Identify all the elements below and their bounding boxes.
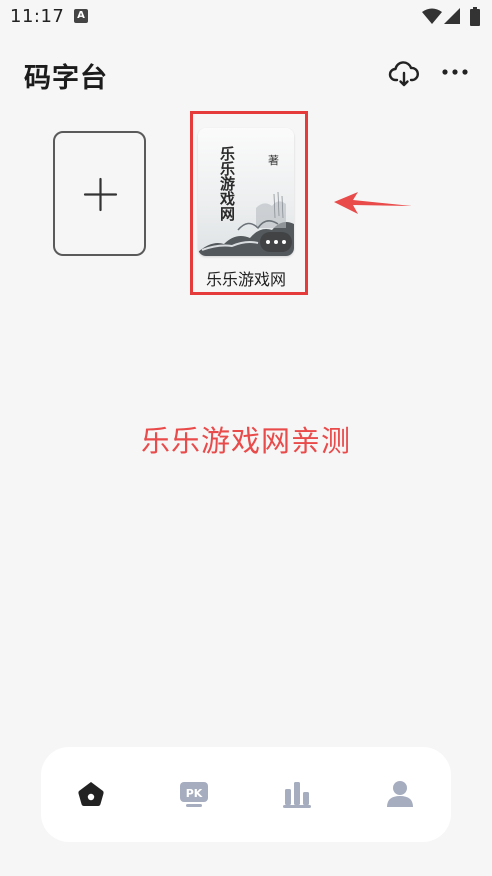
annotation-arrow [334,192,412,214]
cover-author: 著 [268,154,279,167]
battery-icon [470,7,480,26]
dot-icon [282,240,286,244]
plus-icon [83,177,118,212]
svg-text:PK: PK [186,787,203,800]
notification-icon: A [74,9,88,23]
wifi-icon [422,8,442,24]
signal-icon [444,8,460,24]
book-name[interactable]: 乐乐游戏网 [198,266,294,290]
screen: 11:17 A 码字台 乐乐游戏网 著 乐乐游戏网 乐乐游戏网亲测 PK [0,0,492,876]
add-book-button[interactable] [53,131,146,256]
cloud-sync-icon[interactable] [388,58,420,90]
status-bar: 11:17 A [0,0,492,34]
status-time: 11:17 [10,6,65,27]
watermark-text: 乐乐游戏网亲测 [140,424,351,458]
book-more-button[interactable] [260,232,292,252]
more-horizontal-icon[interactable] [440,60,470,84]
book-cover[interactable]: 乐乐游戏网 著 [198,128,294,256]
home-icon[interactable] [74,777,108,811]
page-title: 码字台 [24,63,108,94]
bar-chart-icon[interactable] [280,777,314,811]
pk-icon[interactable]: PK [177,777,211,811]
dot-icon [266,240,270,244]
bottom-nav: PK [41,747,451,842]
dot-icon [274,240,278,244]
profile-icon[interactable] [383,777,417,811]
